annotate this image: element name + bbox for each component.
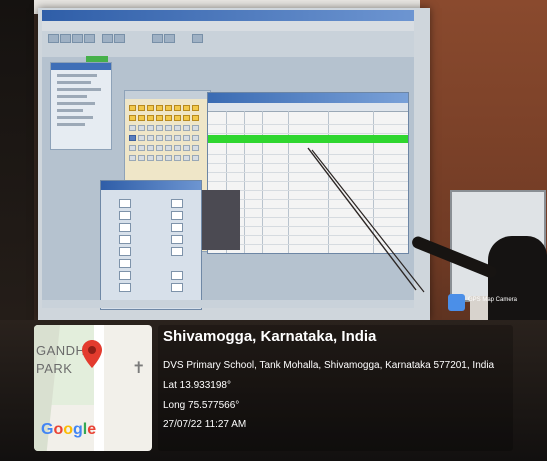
gps-map-camera-badge: GPS Map Camera xyxy=(448,294,528,311)
toolbar-icon xyxy=(114,34,125,43)
location-address: DVS Primary School, Tank Mohalla, Shivam… xyxy=(163,360,495,371)
dark-panel xyxy=(202,190,240,250)
church-cross-icon: ✝ xyxy=(132,360,146,377)
toolbar-icon xyxy=(84,34,95,43)
location-latitude: Lat 13.933198° xyxy=(163,380,231,391)
toolbar-icon xyxy=(152,34,163,43)
location-longitude: Long 75.577566° xyxy=(163,400,240,411)
google-logo: Google xyxy=(41,421,97,438)
location-timestamp: 27/07/22 11:27 AM xyxy=(163,419,247,430)
map-pin-icon xyxy=(82,340,102,368)
ide-title-bar xyxy=(42,10,414,21)
location-title: Shivamogga, Karnataka, India xyxy=(163,328,377,345)
toolbar-icon xyxy=(102,34,113,43)
source-pane xyxy=(50,62,112,150)
toolbar-icon xyxy=(48,34,59,43)
toolbar-icon xyxy=(164,34,175,43)
gps-map-camera-label: GPS Map Camera xyxy=(468,297,518,303)
ide-toolbar xyxy=(42,31,414,57)
projected-ide-window xyxy=(42,10,414,310)
gps-map-camera-icon xyxy=(448,294,465,311)
toolbar-icon xyxy=(192,34,203,43)
ide-menu-bar xyxy=(42,21,414,31)
toolbar-icon xyxy=(72,34,83,43)
photo-scene: GANDH PARK ✝ Google Shivamogga, Karnatak… xyxy=(0,0,547,461)
toolbar-icon xyxy=(60,34,71,43)
map-label: PARK xyxy=(36,361,73,376)
highlighted-code-row xyxy=(208,135,408,143)
map-label: GANDH xyxy=(36,343,86,358)
registers-window xyxy=(100,180,202,310)
ide-status-bar xyxy=(42,300,414,308)
